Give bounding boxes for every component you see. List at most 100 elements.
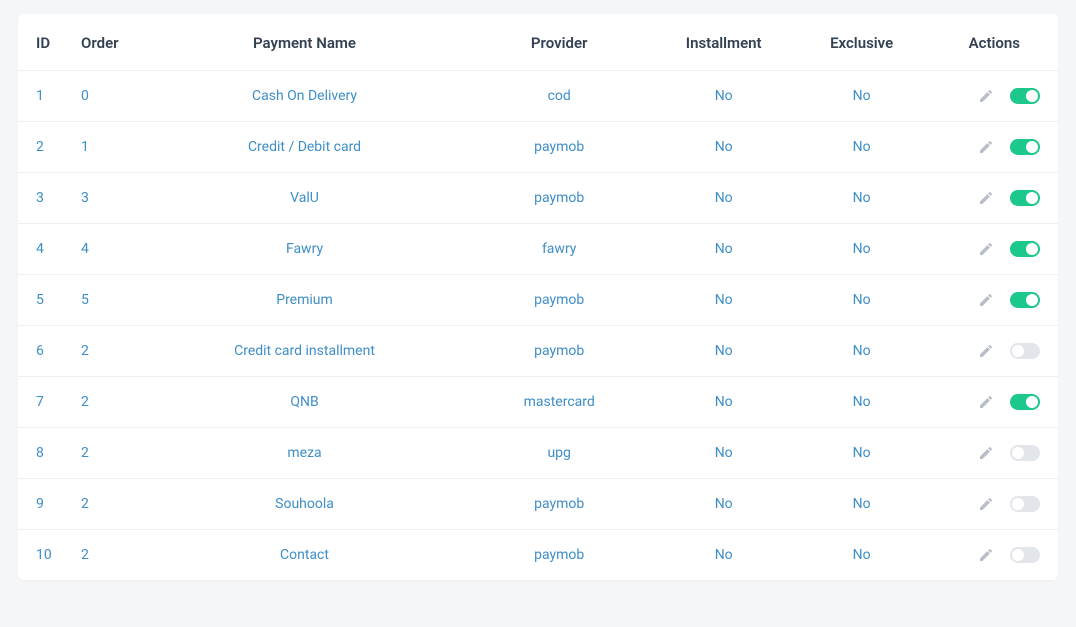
col-exclusive: Exclusive: [793, 14, 931, 71]
edit-icon[interactable]: [978, 496, 994, 512]
table-row: 82mezaupgNoNo: [18, 428, 1058, 479]
table-row: 44FawryfawryNoNo: [18, 224, 1058, 275]
table-header-row: ID Order Payment Name Provider Installme…: [18, 14, 1058, 71]
cell-order: 2: [71, 530, 145, 581]
cell-order: 1: [71, 122, 145, 173]
cell-actions: [931, 224, 1058, 275]
enable-toggle[interactable]: [1010, 241, 1040, 257]
col-provider: Provider: [464, 14, 655, 71]
edit-icon[interactable]: [978, 343, 994, 359]
cell-name: ValU: [145, 173, 463, 224]
actions-wrap: [941, 139, 1040, 155]
cell-provider: paymob: [464, 479, 655, 530]
cell-exclusive: No: [793, 122, 931, 173]
actions-wrap: [941, 241, 1040, 257]
cell-order: 0: [71, 71, 145, 122]
cell-installment: No: [655, 173, 793, 224]
cell-exclusive: No: [793, 479, 931, 530]
cell-name: Souhoola: [145, 479, 463, 530]
actions-wrap: [941, 496, 1040, 512]
cell-installment: No: [655, 326, 793, 377]
cell-installment: No: [655, 275, 793, 326]
col-order: Order: [71, 14, 145, 71]
enable-toggle[interactable]: [1010, 292, 1040, 308]
col-name: Payment Name: [145, 14, 463, 71]
toggle-knob: [1026, 294, 1038, 306]
cell-exclusive: No: [793, 326, 931, 377]
cell-name: Fawry: [145, 224, 463, 275]
cell-provider: paymob: [464, 326, 655, 377]
cell-actions: [931, 377, 1058, 428]
enable-toggle[interactable]: [1010, 547, 1040, 563]
toggle-knob: [1026, 396, 1038, 408]
cell-exclusive: No: [793, 428, 931, 479]
cell-provider: paymob: [464, 530, 655, 581]
cell-actions: [931, 173, 1058, 224]
toggle-knob: [1026, 243, 1038, 255]
actions-wrap: [941, 445, 1040, 461]
enable-toggle[interactable]: [1010, 394, 1040, 410]
cell-actions: [931, 428, 1058, 479]
toggle-knob: [1012, 498, 1024, 510]
toggle-knob: [1026, 141, 1038, 153]
toggle-knob: [1012, 549, 1024, 561]
cell-order: 3: [71, 173, 145, 224]
cell-order: 2: [71, 428, 145, 479]
cell-exclusive: No: [793, 224, 931, 275]
enable-toggle[interactable]: [1010, 445, 1040, 461]
edit-icon[interactable]: [978, 139, 994, 155]
cell-id: 2: [18, 122, 71, 173]
cell-installment: No: [655, 71, 793, 122]
cell-actions: [931, 122, 1058, 173]
cell-actions: [931, 71, 1058, 122]
table-row: 62Credit card installmentpaymobNoNo: [18, 326, 1058, 377]
actions-wrap: [941, 88, 1040, 104]
col-actions: Actions: [931, 14, 1058, 71]
enable-toggle[interactable]: [1010, 139, 1040, 155]
edit-icon[interactable]: [978, 241, 994, 257]
cell-id: 5: [18, 275, 71, 326]
actions-wrap: [941, 343, 1040, 359]
cell-exclusive: No: [793, 71, 931, 122]
actions-wrap: [941, 190, 1040, 206]
cell-exclusive: No: [793, 530, 931, 581]
toggle-knob: [1026, 192, 1038, 204]
cell-installment: No: [655, 377, 793, 428]
edit-icon[interactable]: [978, 547, 994, 563]
cell-order: 4: [71, 224, 145, 275]
cell-actions: [931, 479, 1058, 530]
toggle-knob: [1026, 90, 1038, 102]
payments-table: ID Order Payment Name Provider Installme…: [18, 14, 1058, 580]
cell-name: meza: [145, 428, 463, 479]
cell-order: 2: [71, 326, 145, 377]
col-installment: Installment: [655, 14, 793, 71]
enable-toggle[interactable]: [1010, 88, 1040, 104]
table-row: 21Credit / Debit cardpaymobNoNo: [18, 122, 1058, 173]
edit-icon[interactable]: [978, 445, 994, 461]
enable-toggle[interactable]: [1010, 496, 1040, 512]
table-row: 33ValUpaymobNoNo: [18, 173, 1058, 224]
cell-installment: No: [655, 122, 793, 173]
toggle-knob: [1012, 447, 1024, 459]
cell-provider: fawry: [464, 224, 655, 275]
cell-installment: No: [655, 224, 793, 275]
cell-provider: upg: [464, 428, 655, 479]
cell-actions: [931, 530, 1058, 581]
cell-provider: paymob: [464, 173, 655, 224]
table-row: 102ContactpaymobNoNo: [18, 530, 1058, 581]
col-id: ID: [18, 14, 71, 71]
cell-id: 8: [18, 428, 71, 479]
cell-provider: paymob: [464, 275, 655, 326]
cell-name: Credit card installment: [145, 326, 463, 377]
table-row: 72QNBmastercardNoNo: [18, 377, 1058, 428]
edit-icon[interactable]: [978, 88, 994, 104]
edit-icon[interactable]: [978, 394, 994, 410]
edit-icon[interactable]: [978, 292, 994, 308]
enable-toggle[interactable]: [1010, 190, 1040, 206]
enable-toggle[interactable]: [1010, 343, 1040, 359]
cell-name: Contact: [145, 530, 463, 581]
edit-icon[interactable]: [978, 190, 994, 206]
actions-wrap: [941, 547, 1040, 563]
cell-exclusive: No: [793, 173, 931, 224]
cell-installment: No: [655, 479, 793, 530]
